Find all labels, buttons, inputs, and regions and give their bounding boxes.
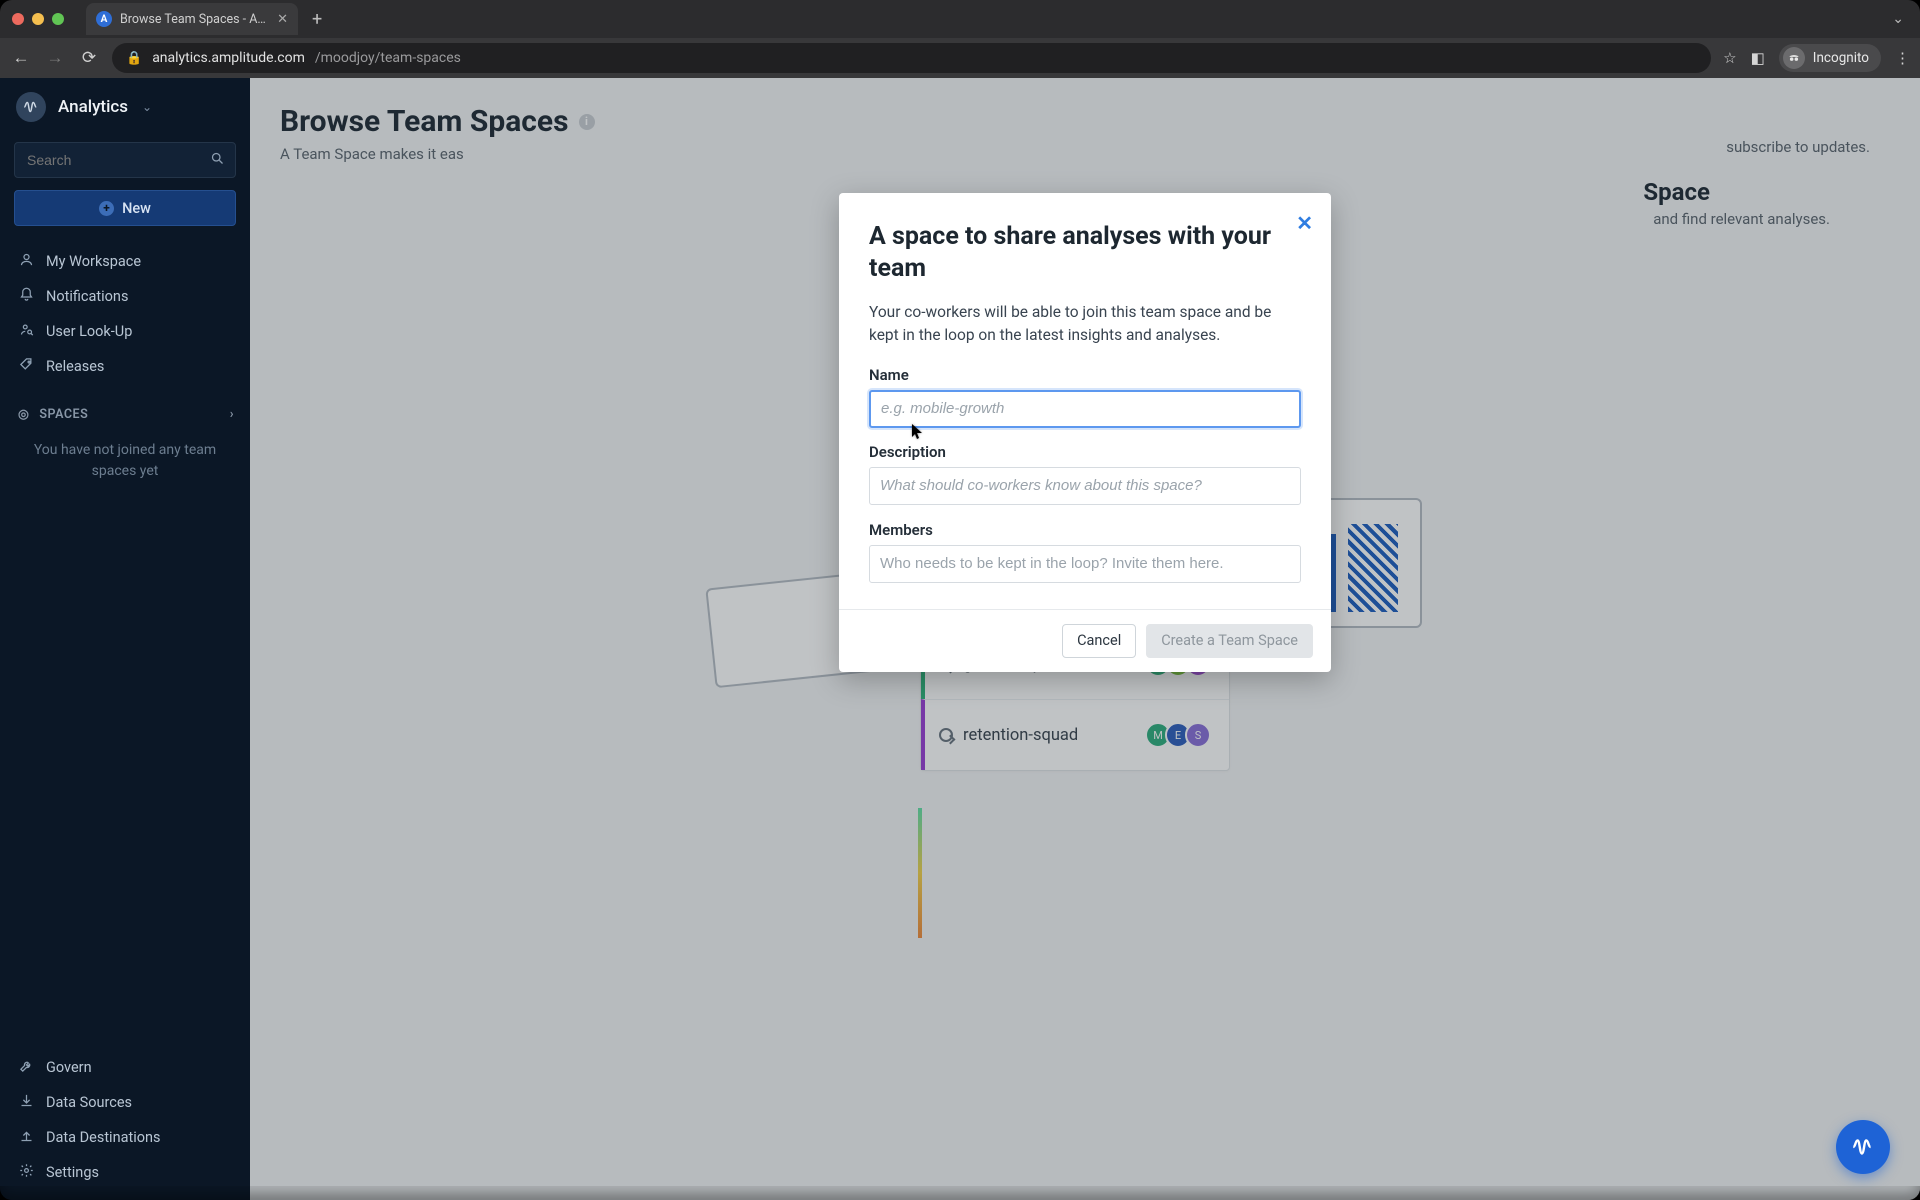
fullscreen-window-icon[interactable] [52,13,64,25]
sidebar-item-data-destinations[interactable]: Data Destinations [0,1120,250,1155]
amplitude-logo-icon [16,92,46,122]
nav-label: My Workspace [46,253,141,270]
incognito-icon [1783,47,1805,69]
help-fab[interactable] [1836,1120,1890,1174]
create-team-space-button[interactable]: Create a Team Space [1146,624,1313,658]
reload-button[interactable]: ⟳ [78,48,100,68]
product-switcher[interactable]: Analytics ⌄ [0,78,250,136]
bell-icon [18,287,34,306]
browser-tab-title: Browse Team Spaces - Amplitu [120,12,269,27]
nav-label: Notifications [46,288,128,305]
new-tab-button[interactable]: + [306,9,328,30]
spaces-header-label: SPACES [39,407,88,422]
search-icon [210,151,225,170]
nav-label: Govern [46,1059,92,1076]
nav-label: Data Destinations [46,1129,161,1146]
lookup-icon [18,322,34,341]
wrench-icon [18,1058,34,1077]
browser-tab[interactable]: A Browse Team Spaces - Amplitu ✕ [86,3,298,35]
sidebar-item-user-look-up[interactable]: User Look-Up [0,314,250,349]
nav-label: Settings [46,1164,99,1181]
sidebar-item-notifications[interactable]: Notifications [0,279,250,314]
panel-icon[interactable]: ◧ [1751,49,1765,67]
url-path: /moodjoy/team-spaces [315,50,461,66]
nav-label: User Look-Up [46,323,132,340]
upload-icon [18,1128,34,1147]
sidebar-item-govern[interactable]: Govern [0,1050,250,1085]
mouse-cursor-icon [912,424,924,441]
sidebar: Analytics ⌄ + New My Workspace Notificati… [0,78,250,1200]
minimize-window-icon[interactable] [32,13,44,25]
gear-icon [18,1163,34,1182]
download-icon [18,1093,34,1112]
amplitude-wave-icon [1850,1134,1876,1160]
target-icon: ◎ [18,407,29,422]
address-bar[interactable]: 🔒 analytics.amplitude.com/moodjoy/team-s… [112,43,1711,73]
modal-title: A space to share analyses with your team [869,221,1277,285]
tabs-overflow-icon[interactable]: ⌄ [1876,11,1920,27]
product-name: Analytics [58,97,128,117]
description-label: Description [869,443,1301,461]
close-tab-icon[interactable]: ✕ [277,12,288,27]
search-input[interactable] [14,142,236,178]
new-button-label: New [122,200,151,217]
members-label: Members [869,521,1301,539]
description-input[interactable] [869,467,1301,505]
nav-label: Data Sources [46,1094,132,1111]
user-icon [18,252,34,271]
forward-button[interactable]: → [44,48,66,68]
modal-description: Your co-workers will be able to join thi… [869,301,1301,348]
sidebar-item-settings[interactable]: Settings [0,1155,250,1190]
window-traffic-lights[interactable] [12,13,64,25]
chevron-right-icon: › [230,407,234,422]
kebab-menu-icon[interactable]: ⋮ [1895,49,1910,67]
browser-chrome: A Browse Team Spaces - Amplitu ✕ + ⌄ ← →… [0,0,1920,78]
sidebar-item-my-workspace[interactable]: My Workspace [0,244,250,279]
main-content: Browse Team Spaces i A Team Space makes … [250,78,1920,1200]
members-input[interactable] [869,545,1301,583]
cancel-button[interactable]: Cancel [1062,624,1136,658]
sidebar-item-releases[interactable]: Releases [0,349,250,384]
spaces-section-header[interactable]: ◎ SPACES › [0,388,250,430]
incognito-label: Incognito [1813,50,1869,66]
name-input[interactable] [869,390,1301,428]
spaces-empty-text: You have not joined any team spaces yet [0,430,250,492]
search-field[interactable] [25,151,210,169]
tag-icon [18,357,34,376]
back-button[interactable]: ← [10,48,32,68]
incognito-chip[interactable]: Incognito [1779,44,1881,72]
chevron-down-icon: ⌄ [142,100,152,114]
close-window-icon[interactable] [12,13,24,25]
nav-label: Releases [46,358,104,375]
lock-icon: 🔒 [126,51,142,66]
plus-circle-icon: + [99,201,114,216]
bookmark-star-icon[interactable]: ☆ [1723,49,1736,67]
url-host: analytics.amplitude.com [152,50,305,66]
amplitude-favicon-icon: A [96,11,112,27]
new-button[interactable]: + New [14,190,236,226]
sidebar-item-data-sources[interactable]: Data Sources [0,1085,250,1120]
close-icon[interactable]: ✕ [1296,211,1313,235]
name-label: Name [869,366,1301,384]
